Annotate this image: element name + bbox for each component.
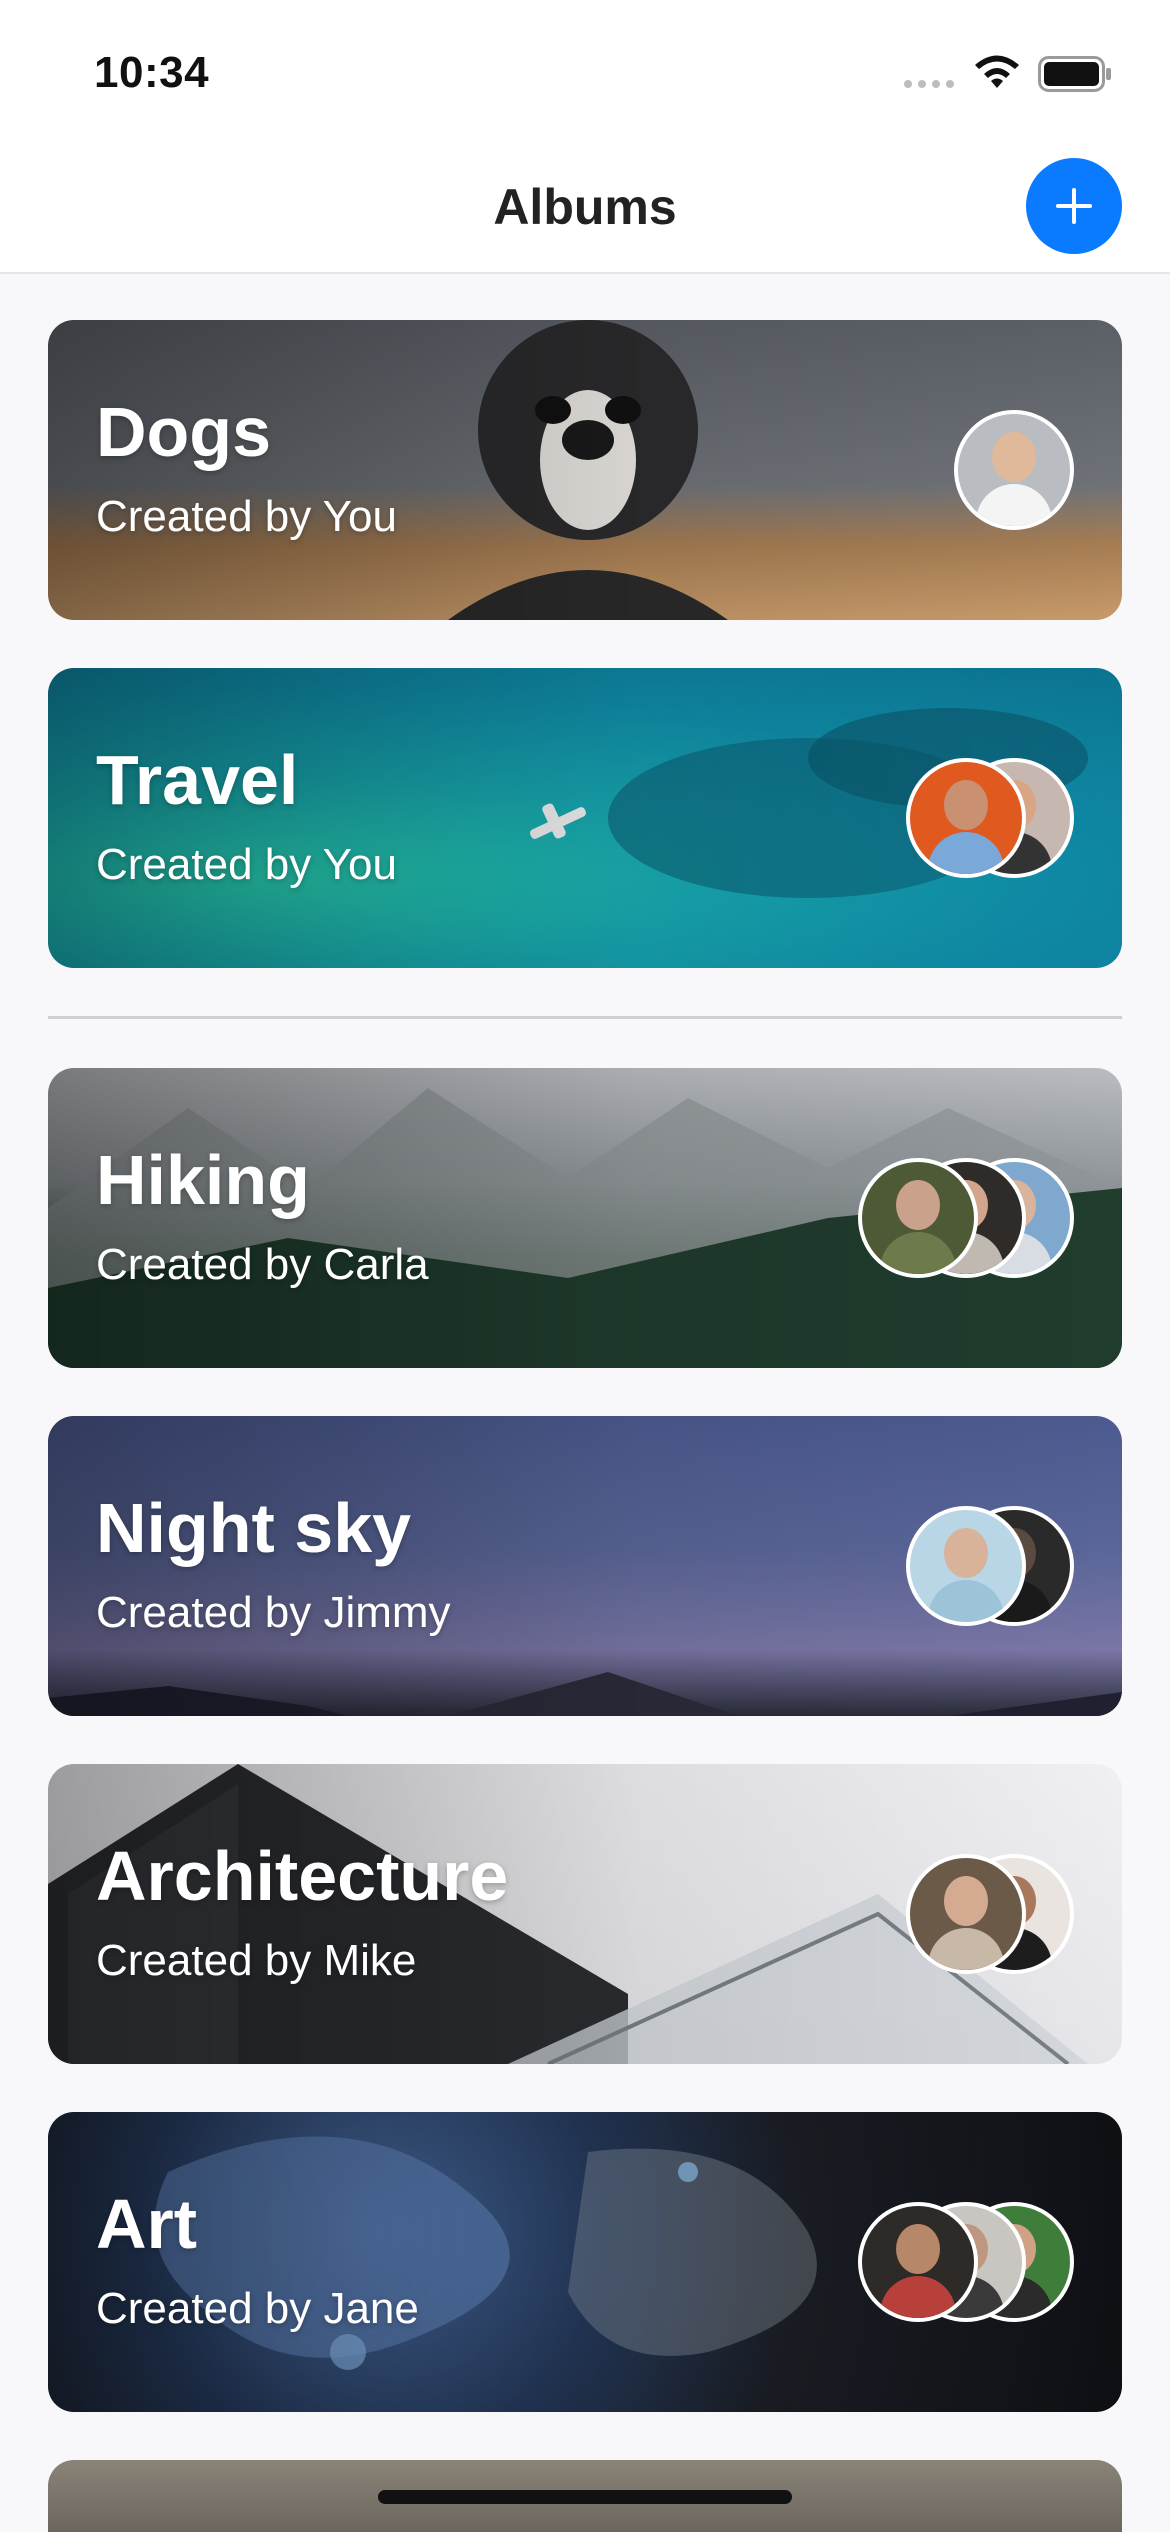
album-title: Architecture (96, 1837, 509, 1915)
album-members[interactable] (858, 1158, 1074, 1278)
album-card-travel[interactable]: Travel Created by You (48, 668, 1122, 968)
album-members[interactable] (858, 2202, 1074, 2322)
album-creator: Created by You (96, 492, 397, 541)
status-time: 10:34 (94, 48, 210, 97)
album-members[interactable] (906, 1854, 1074, 1974)
home-indicator[interactable] (378, 2490, 792, 2504)
album-card-architecture[interactable]: Architecture Created by Mike (48, 1764, 1122, 2064)
avatar (858, 1158, 978, 1278)
avatar (906, 758, 1026, 878)
avatar (954, 410, 1074, 530)
page-title: Albums (493, 179, 677, 235)
plus-icon (1056, 188, 1092, 224)
album-members[interactable] (906, 1506, 1074, 1626)
avatar (858, 2202, 978, 2322)
album-card-art[interactable]: Art Created by Jane (48, 2112, 1122, 2412)
album-creator: Created by Mike (96, 1936, 417, 1985)
album-title: Travel (96, 741, 299, 819)
album-creator: Created by You (96, 840, 397, 889)
wifi-icon (975, 55, 1019, 88)
album-title: Dogs (96, 393, 271, 471)
album-members[interactable] (954, 410, 1074, 530)
album-creator: Created by Jane (96, 2284, 419, 2333)
cellular-signal-icon (904, 80, 954, 88)
battery-icon (1038, 56, 1111, 92)
avatar (906, 1854, 1026, 1974)
album-creator: Created by Carla (96, 1240, 429, 1289)
album-card-night-sky[interactable]: Night sky Created by Jimmy (48, 1416, 1122, 1716)
album-card-hiking[interactable]: Hiking Created by Carla (48, 1068, 1122, 1368)
navigation-bar: Albums (0, 140, 1170, 274)
section-divider (48, 1016, 1122, 1019)
add-album-button[interactable] (1026, 158, 1122, 254)
album-title: Night sky (96, 1489, 412, 1567)
album-card-dogs[interactable]: Dogs Created by You (48, 320, 1122, 620)
album-creator: Created by Jimmy (96, 1588, 451, 1637)
avatar (906, 1506, 1026, 1626)
album-title: Art (96, 2185, 198, 2263)
album-members[interactable] (906, 758, 1074, 878)
status-bar: 10:34 (0, 0, 1170, 140)
album-title: Hiking (96, 1141, 310, 1219)
